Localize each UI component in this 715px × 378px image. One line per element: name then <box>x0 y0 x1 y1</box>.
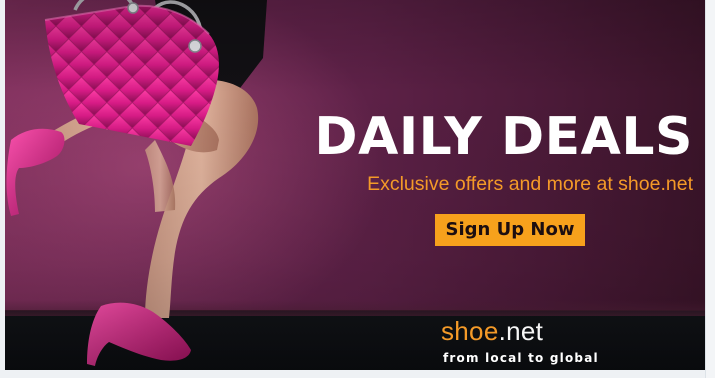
raised-shoe <box>6 128 65 216</box>
logo-dot: . <box>498 316 507 346</box>
sign-up-now-button[interactable]: Sign Up Now <box>435 214 585 246</box>
standing-shoe <box>87 302 191 366</box>
scrollbar-track[interactable] <box>705 0 715 378</box>
daily-deals-banner[interactable]: DAILY DEALS Exclusive offers and more at… <box>5 0 705 370</box>
headline: DAILY DEALS <box>314 107 693 167</box>
tagline: Exclusive offers and more at shoe.net <box>367 173 693 195</box>
product-photo <box>6 0 267 366</box>
logo-brand: shoe <box>441 316 499 346</box>
shoe-net-logo[interactable]: shoe.net <box>441 316 591 346</box>
logo-tld: net <box>506 316 544 346</box>
slogan: from local to global <box>443 351 599 365</box>
page-frame: DAILY DEALS Exclusive offers and more at… <box>0 0 715 378</box>
